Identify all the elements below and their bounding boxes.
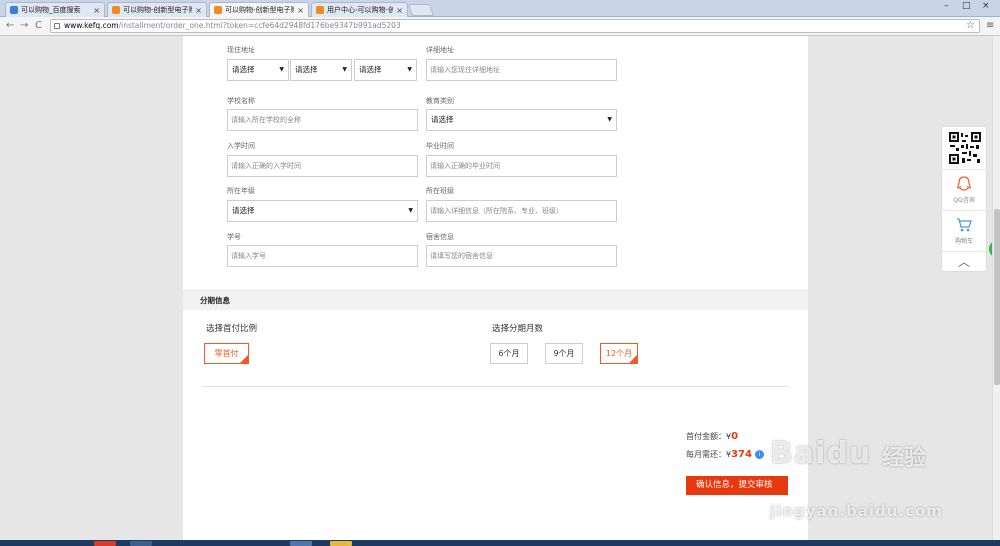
installment-section-header: 分期信息 xyxy=(183,289,808,310)
back-icon[interactable]: ← xyxy=(6,20,14,31)
graduate-time-input[interactable]: 请输入正确的毕业时间 xyxy=(426,155,617,177)
reload-icon[interactable]: C xyxy=(35,20,42,31)
district-select[interactable]: 请选择 ▼ xyxy=(354,59,417,81)
province-select[interactable]: 请选择 ▼ xyxy=(227,59,289,81)
dropdown-arrow-icon: ▼ xyxy=(408,207,413,214)
shop-icon xyxy=(214,6,222,14)
school-label: 学校名称 xyxy=(227,97,255,105)
browser-menu-icon[interactable]: ≡ xyxy=(986,20,994,31)
detail-address-label: 详细地址 xyxy=(426,46,454,54)
back-to-top-button[interactable]: ︿ xyxy=(942,253,986,270)
url-input[interactable]: www.kefq.com/installment/order_one.html?… xyxy=(50,19,980,33)
dorm-input[interactable]: 请填写您的宿舍信息 xyxy=(426,245,617,267)
class-input[interactable]: 请输入详细信息（所在院系、专业、班级） xyxy=(426,200,617,222)
url-host: www.kefq.com xyxy=(64,21,119,30)
monthly-payment-summary: 每月需还：¥374 i xyxy=(686,449,764,460)
enroll-time-input[interactable]: 请输入正确的入学时间 xyxy=(227,155,418,177)
qq-icon xyxy=(957,176,971,191)
school-input[interactable]: 请输入所在学校的全称 xyxy=(227,109,418,131)
info-icon[interactable]: i xyxy=(754,450,764,459)
down-payment-title: 选择首付比例 xyxy=(206,324,258,334)
months-title: 选择分期月数 xyxy=(492,324,544,334)
down-payment-summary: 首付金额：¥0 xyxy=(686,431,739,442)
page-scrollbar[interactable] xyxy=(992,36,1000,540)
submit-review-button[interactable]: 确认信息，提交审核 xyxy=(686,476,788,495)
dropdown-arrow-icon: ▼ xyxy=(342,66,347,73)
scrollbar-thumb[interactable] xyxy=(994,209,1000,385)
dropdown-arrow-icon: ▼ xyxy=(279,66,284,73)
grade-select[interactable]: 请选择 ▼ xyxy=(227,200,418,222)
order-form-card: 现住地址 请选择 ▼ 请选择 ▼ 请选择 ▼ 详细地址 请输入您现住详细地址 学校名称… xyxy=(183,36,808,540)
city-select[interactable]: 请选择 ▼ xyxy=(290,59,352,81)
close-icon[interactable]: × xyxy=(396,6,403,15)
dropdown-arrow-icon: ▼ xyxy=(607,116,612,123)
watermark-brand: Baidu xyxy=(770,436,872,471)
maximize-icon[interactable]: □ xyxy=(962,1,971,11)
graduate-time-label: 毕业时间 xyxy=(426,142,454,150)
monthly-amount: 374 xyxy=(731,449,752,460)
education-label: 教育类别 xyxy=(426,97,454,105)
check-icon: ✓ xyxy=(243,351,248,357)
address-toolbar: ← → C www.kefq.com/installment/order_one… xyxy=(0,17,1000,36)
browser-tab-bar: 可以购物_百度搜索 × 可以购物-创新型电子购物 × 可以购物-创新型电子购物 … xyxy=(0,0,1000,17)
browser-tab-active[interactable]: 可以购物-创新型电子购物 × xyxy=(209,2,309,17)
shop-icon xyxy=(112,6,120,14)
months-option-12[interactable]: 12个月 ✓ xyxy=(600,343,638,364)
down-payment-amount: 0 xyxy=(731,431,739,442)
student-id-input[interactable]: 请输入学号 xyxy=(227,245,418,267)
close-icon[interactable]: × xyxy=(195,6,202,15)
browser-tab[interactable]: 可以购物-创新型电子购物 × xyxy=(107,2,207,17)
close-icon[interactable]: × xyxy=(93,6,100,15)
divider xyxy=(942,251,986,252)
browser-tab[interactable]: 可以购物_百度搜索 × xyxy=(5,2,105,17)
cart-icon xyxy=(957,218,972,232)
student-id-label: 学号 xyxy=(227,233,241,241)
qr-code-icon xyxy=(948,131,982,165)
education-select[interactable]: 请选择 ▼ xyxy=(426,109,617,131)
baidu-icon xyxy=(10,6,18,14)
chevron-up-icon: ︿ xyxy=(957,255,970,269)
browser-tab[interactable]: 用户中心-可以购物-创新 × xyxy=(311,2,408,17)
enroll-time-label: 入学时间 xyxy=(227,142,255,150)
class-label: 所在班级 xyxy=(426,187,454,195)
qq-consult-button[interactable]: QQ咨询 xyxy=(942,175,986,204)
taskbar-app-icon[interactable] xyxy=(330,541,352,546)
watermark-url: jingyan.baidu.com xyxy=(770,502,943,520)
watermark-cn: 经验 xyxy=(882,446,927,471)
baidu-jingyan-watermark: Baidu 经验 jingyan.baidu.com xyxy=(770,436,942,520)
forward-icon[interactable]: → xyxy=(20,20,28,31)
new-tab-button[interactable] xyxy=(407,4,435,16)
page-icon xyxy=(54,23,60,29)
os-taskbar xyxy=(0,540,1000,546)
url-path: /installment/order_one.html?token=ccfe64… xyxy=(118,21,401,30)
taskbar-app-icon[interactable] xyxy=(290,541,312,546)
months-option-9[interactable]: 9个月 xyxy=(545,343,583,364)
taskbar-app-icon[interactable] xyxy=(130,541,152,546)
dropdown-arrow-icon: ▼ xyxy=(407,66,412,73)
check-icon: ✓ xyxy=(632,351,637,357)
zero-down-option[interactable]: 零首付 ✓ xyxy=(204,343,249,364)
shop-icon xyxy=(316,6,324,14)
minimize-icon[interactable]: – xyxy=(944,1,949,11)
close-icon[interactable]: × xyxy=(297,6,304,15)
window-close-icon[interactable]: × xyxy=(982,1,990,11)
divider xyxy=(942,169,986,170)
cart-button[interactable]: 购物车 xyxy=(942,216,986,245)
grade-label: 所在年级 xyxy=(227,187,255,195)
detail-address-input[interactable]: 请输入您现住详细地址 xyxy=(426,59,617,81)
divider xyxy=(942,210,986,211)
taskbar-app-icon[interactable] xyxy=(94,541,116,546)
section-title: 分期信息 xyxy=(200,296,230,305)
months-option-6[interactable]: 6个月 xyxy=(490,343,528,364)
address-label: 现住地址 xyxy=(227,46,255,54)
dorm-label: 宿舍信息 xyxy=(426,233,454,241)
floating-service-panel: QQ咨询 购物车 ︿ xyxy=(941,126,987,272)
divider xyxy=(202,386,788,387)
bookmark-star-icon[interactable]: ☆ xyxy=(966,20,975,32)
